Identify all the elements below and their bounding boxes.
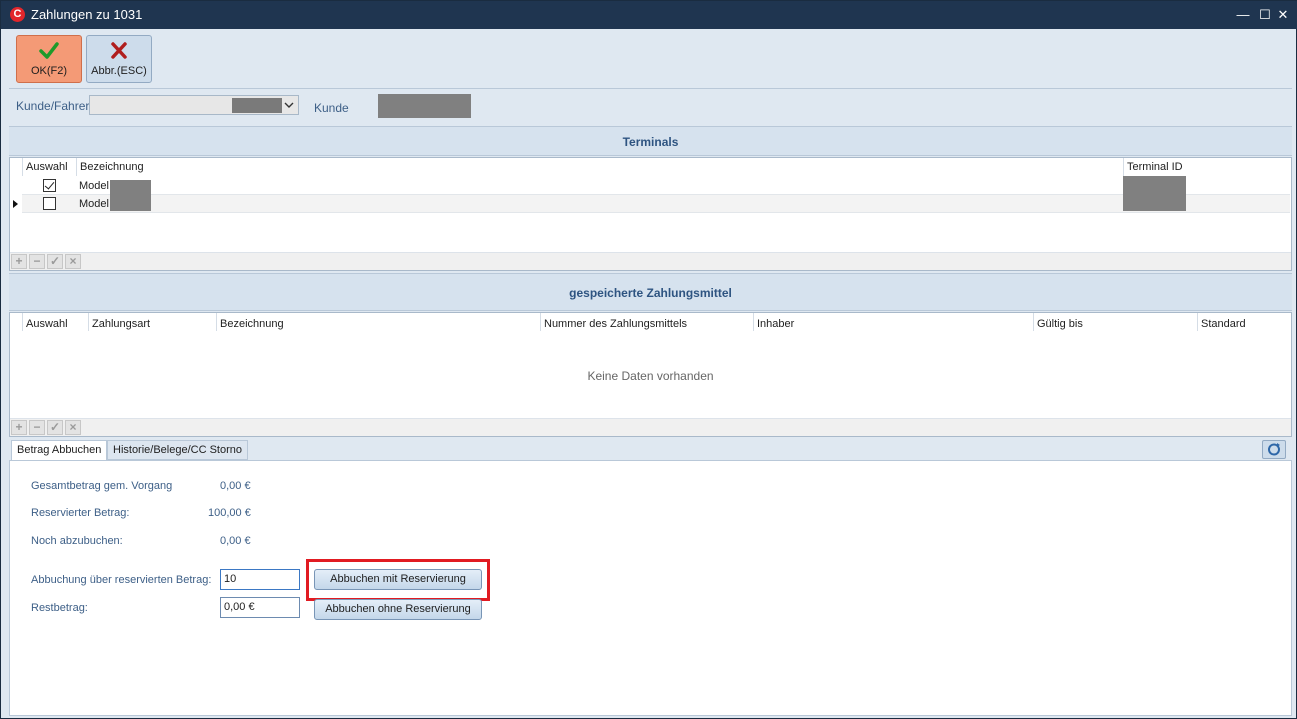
tab-bar: Betrag Abbuchen Historie/Belege/CC Storn…	[9, 438, 1292, 460]
col-auswahl[interactable]: Auswahl	[26, 318, 68, 330]
charge-without-reservation-button[interactable]: Abbuchen ohne Reservierung	[314, 599, 482, 620]
col-terminal-id[interactable]: Terminal ID	[1127, 161, 1183, 173]
terminals-grid: Auswahl Bezeichnung Terminal ID Model Mo…	[9, 157, 1292, 271]
ok-button-label: OK(F2)	[30, 65, 68, 77]
col-zahlungsart[interactable]: Zahlungsart	[92, 318, 150, 330]
redacted-value	[232, 98, 282, 113]
cancel-icon[interactable]: ×	[65, 420, 81, 435]
col-gueltig-bis[interactable]: Gültig bis	[1037, 318, 1083, 330]
col-inhaber[interactable]: Inhaber	[757, 318, 794, 330]
add-icon[interactable]: +	[11, 420, 27, 435]
remaining-label: Noch abzubuchen:	[31, 535, 123, 547]
minimize-button[interactable]: —	[1233, 5, 1253, 25]
reserved-label: Reservierter Betrag:	[31, 507, 130, 519]
confirm-icon[interactable]: ✓	[47, 254, 63, 269]
empty-grid-message: Keine Daten vorhanden	[587, 369, 714, 383]
row-select-checkbox[interactable]	[43, 179, 56, 192]
tab-historie[interactable]: Historie/Belege/CC Storno	[107, 440, 249, 460]
customer-label: Kunde	[314, 101, 349, 115]
reserved-value: 100,00 €	[208, 507, 251, 519]
checkmark-icon	[17, 40, 81, 62]
terminals-grid-header: Auswahl Bezeichnung Terminal ID	[10, 158, 1291, 176]
terminals-header: Terminals	[9, 126, 1292, 156]
terminal-name: Model	[79, 180, 109, 192]
driver-combobox[interactable]	[89, 95, 299, 115]
maximize-button[interactable]: ☐	[1255, 5, 1275, 25]
col-nummer[interactable]: Nummer des Zahlungsmittels	[544, 318, 687, 330]
table-row[interactable]: Model	[22, 177, 1290, 195]
remaining-value: 0,00 €	[220, 535, 251, 547]
rest-label: Restbetrag:	[31, 602, 88, 614]
window-title: Zahlungen zu 1031	[31, 7, 143, 22]
current-row-pointer-icon	[13, 200, 18, 208]
charge-label: Abbuchung über reservierten Betrag:	[31, 574, 212, 586]
terminal-name-redacted	[110, 180, 151, 211]
payment-methods-grid: Auswahl Zahlungsart Bezeichnung Nummer d…	[9, 312, 1292, 437]
confirm-icon[interactable]: ✓	[47, 420, 63, 435]
ok-button[interactable]: OK(F2)	[16, 35, 82, 83]
customer-redacted-field	[378, 94, 471, 118]
app-logo-icon: C	[10, 7, 25, 22]
chevron-down-icon[interactable]	[282, 97, 296, 113]
col-bezeichnung[interactable]: Bezeichnung	[220, 318, 284, 330]
x-icon	[87, 40, 151, 62]
add-icon[interactable]: +	[11, 254, 27, 269]
payment-navigator: + − ✓ ×	[10, 418, 1291, 436]
close-button[interactable]: ✕	[1273, 5, 1293, 25]
payment-methods-header: gespeicherte Zahlungsmittel	[9, 273, 1292, 311]
remove-icon[interactable]: −	[29, 254, 45, 269]
charge-amount-input[interactable]: 10	[220, 569, 300, 590]
remove-icon[interactable]: −	[29, 420, 45, 435]
cancel-icon[interactable]: ×	[65, 254, 81, 269]
col-standard[interactable]: Standard	[1201, 318, 1246, 330]
col-bezeichnung[interactable]: Bezeichnung	[80, 161, 144, 173]
customer-row: Kunde/Fahrer Kunde	[9, 89, 1292, 125]
tab-betrag-abbuchen[interactable]: Betrag Abbuchen	[11, 440, 108, 460]
booking-panel: Gesamtbetrag gem. Vorgang 0,00 € Reservi…	[9, 460, 1292, 716]
total-value: 0,00 €	[220, 480, 251, 492]
title-bar[interactable]: C Zahlungen zu 1031 — ☐ ✕	[1, 1, 1297, 29]
driver-label: Kunde/Fahrer	[16, 99, 90, 113]
cancel-button-label: Abbr.(ESC)	[91, 65, 147, 77]
table-row[interactable]: Model	[22, 195, 1290, 213]
charge-with-reservation-button[interactable]: Abbuchen mit Reservierung	[314, 569, 482, 590]
payment-grid-header: Auswahl Zahlungsart Bezeichnung Nummer d…	[10, 313, 1291, 333]
total-label: Gesamtbetrag gem. Vorgang	[31, 480, 173, 492]
row-select-checkbox[interactable]	[43, 197, 56, 210]
col-auswahl[interactable]: Auswahl	[26, 161, 68, 173]
rest-amount-input[interactable]: 0,00 €	[220, 597, 300, 618]
toolbar: OK(F2) Abbr.(ESC)	[9, 29, 1292, 89]
payments-window: C Zahlungen zu 1031 — ☐ ✕ OK(F2) Abbr.(E…	[0, 0, 1297, 719]
terminals-navigator: + − ✓ ×	[10, 252, 1291, 270]
refresh-icon	[1263, 443, 1285, 461]
terminal-name: Model	[79, 198, 109, 210]
terminal-id-redacted	[1123, 176, 1186, 211]
refresh-button[interactable]	[1262, 440, 1286, 459]
cancel-button[interactable]: Abbr.(ESC)	[86, 35, 152, 83]
